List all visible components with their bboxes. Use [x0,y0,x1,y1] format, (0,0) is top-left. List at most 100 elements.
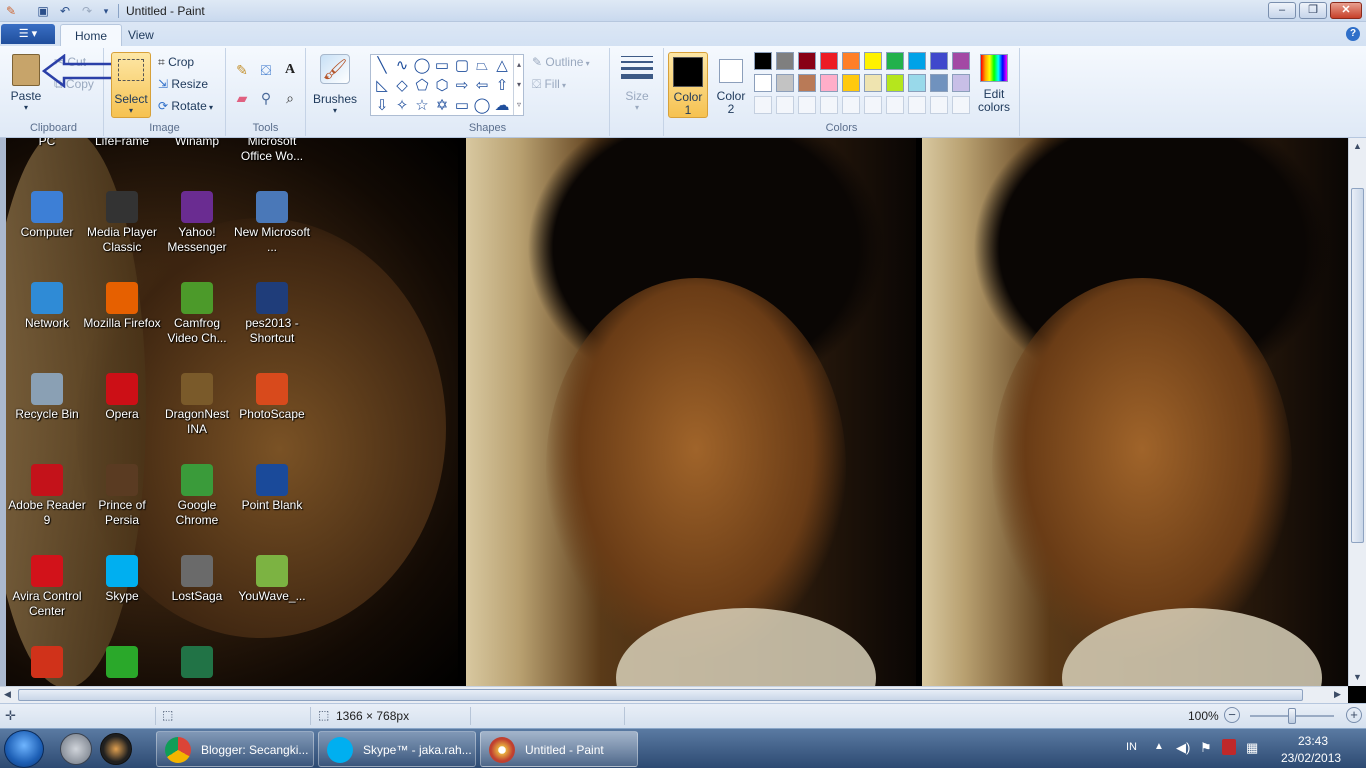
desktop-icon[interactable]: PC [8,138,86,149]
paste-button[interactable]: Paste ▾ [6,52,46,116]
desktop-icon[interactable]: Network [8,282,86,331]
rectangle-shape-icon[interactable]: ▭ [433,57,451,75]
desktop-icon[interactable]: LifeFrame [83,138,161,149]
palette-custom-slot[interactable] [864,96,882,114]
palette-color-swatch[interactable] [842,74,860,92]
size-button[interactable]: Size ▾ [616,52,658,118]
palette-color-swatch[interactable] [886,74,904,92]
zoom-out-icon[interactable]: − [1224,707,1240,723]
palette-color-swatch[interactable] [776,52,794,70]
vertical-scrollbar[interactable]: ▲ ▼ [1348,138,1366,686]
desktop-icon[interactable]: Point Blank [233,464,311,513]
color-picker-icon[interactable]: ⚲ [256,88,276,108]
palette-color-swatch[interactable] [820,74,838,92]
desktop-icon[interactable]: DragonNest INA [158,373,236,437]
palette-color-swatch[interactable] [864,52,882,70]
desktop-icon[interactable]: Mozilla Firefox [83,282,161,331]
outline-button[interactable]: ✎ Outline ▾ [532,52,590,72]
scroll-right-icon[interactable]: ▶ [1334,689,1341,700]
maximize-button[interactable]: ❐ [1299,2,1327,19]
four-point-star-shape-icon[interactable]: ✧ [393,97,411,115]
right-arrow-shape-icon[interactable]: ⇨ [453,77,471,95]
palette-custom-slot[interactable] [798,96,816,114]
taskbar-window-button[interactable]: Skype™ - jaka.rah... [318,731,476,767]
right-triangle-shape-icon[interactable]: ◺ [373,77,391,95]
palette-custom-slot[interactable] [820,96,838,114]
undo-icon[interactable]: ↶ [57,3,73,19]
palette-color-swatch[interactable] [930,74,948,92]
pencil-icon[interactable]: ✎ [232,60,252,80]
palette-color-swatch[interactable] [930,52,948,70]
scroll-down-icon[interactable]: ▼ [1353,672,1362,682]
palette-color-swatch[interactable] [864,74,882,92]
desktop-icon[interactable]: YouWave_... [233,555,311,604]
shapes-gallery-scroll[interactable]: ▴ ▾ ▿ [513,55,524,115]
horizontal-scrollbar[interactable]: ◀ ▶ [0,686,1348,703]
paint-app-icon[interactable]: ✎ [3,3,19,19]
desktop-icon[interactable]: Microsoft Office Wo... [233,138,311,164]
palette-custom-slot[interactable] [886,96,904,114]
triangle-shape-icon[interactable]: △ [493,57,511,75]
callout-oval-shape-icon[interactable]: ◯ [473,97,491,115]
color2-button[interactable]: Color 2 [712,52,750,118]
palette-color-swatch[interactable] [842,52,860,70]
close-button[interactable]: ✕ [1330,2,1362,19]
edit-colors-button[interactable]: Edit colors [974,52,1014,118]
zoom-slider-thumb[interactable] [1288,708,1296,724]
palette-color-swatch[interactable] [754,52,772,70]
fill-bucket-icon[interactable]: ⛋ [256,60,276,80]
desktop-icon[interactable]: Adobe Reader 9 [8,464,86,528]
callout-rectangle-shape-icon[interactable]: ▭ [453,97,471,115]
palette-color-swatch[interactable] [908,74,926,92]
desktop-icon[interactable]: Camfrog Video Ch... [158,282,236,346]
vertical-scroll-thumb[interactable] [1351,188,1364,543]
hexagon-shape-icon[interactable]: ⬡ [433,77,451,95]
clock-time[interactable]: 23:43 [1298,734,1328,748]
oval-shape-icon[interactable]: ◯ [413,57,431,75]
desktop-icon[interactable]: Computer [8,191,86,240]
customize-dropdown-icon[interactable]: ▾ [98,3,114,19]
six-point-star-shape-icon[interactable]: ✡ [433,97,451,115]
palette-color-swatch[interactable] [798,52,816,70]
desktop-icon[interactable]: Winamp [158,138,236,149]
pinned-app-icon[interactable] [60,733,92,765]
palette-color-swatch[interactable] [798,74,816,92]
select-button[interactable]: Select ▾ [111,52,151,118]
minimize-button[interactable]: – [1268,2,1296,19]
desktop-icon[interactable]: LostSaga [158,555,236,604]
text-tool-icon[interactable]: A [280,60,300,80]
desktop-icon[interactable] [83,646,161,680]
taskbar-window-button[interactable]: Blogger: Secangki... [156,731,314,767]
palette-custom-slot[interactable] [952,96,970,114]
pentagon-shape-icon[interactable]: ⬠ [413,77,431,95]
polygon-shape-icon[interactable]: ⏢ [473,57,491,75]
network-tray-icon[interactable]: ▦ [1246,740,1258,756]
color1-button[interactable]: Color 1 [668,52,708,118]
help-icon[interactable]: ? [1346,27,1360,41]
volume-icon[interactable]: ◀) [1176,740,1190,756]
desktop-icon[interactable] [158,646,236,680]
brushes-button[interactable]: 🖌 Brushes ▾ [310,52,360,118]
curve-shape-icon[interactable]: ∿ [393,57,411,75]
start-button[interactable] [4,730,44,768]
tab-home[interactable]: Home [60,24,123,46]
diamond-shape-icon[interactable]: ◇ [393,77,411,95]
desktop-icon[interactable]: New Microsoft ... [233,191,311,255]
desktop-icon[interactable]: Avira Control Center [8,555,86,619]
eraser-icon[interactable]: ▰ [232,88,252,108]
scroll-left-icon[interactable]: ◀ [4,689,11,700]
redo-icon[interactable]: ↷ [79,3,95,19]
desktop-icon[interactable]: pes2013 - Shortcut [233,282,311,346]
desktop-icon[interactable]: Google Chrome [158,464,236,528]
palette-color-swatch[interactable] [776,74,794,92]
horizontal-scroll-thumb[interactable] [18,689,1303,701]
show-hidden-icons-icon[interactable]: ▲ [1154,741,1164,752]
desktop-icon[interactable] [8,646,86,680]
zoom-in-icon[interactable]: + [1346,707,1362,723]
left-arrow-shape-icon[interactable]: ⇦ [473,77,491,95]
fill-button[interactable]: ⛋ Fill ▾ [532,74,566,94]
tab-view[interactable]: View [114,24,168,46]
scroll-up-icon[interactable]: ▲ [1353,141,1362,151]
magnifier-icon[interactable]: ⌕ [280,88,300,108]
palette-color-swatch[interactable] [908,52,926,70]
